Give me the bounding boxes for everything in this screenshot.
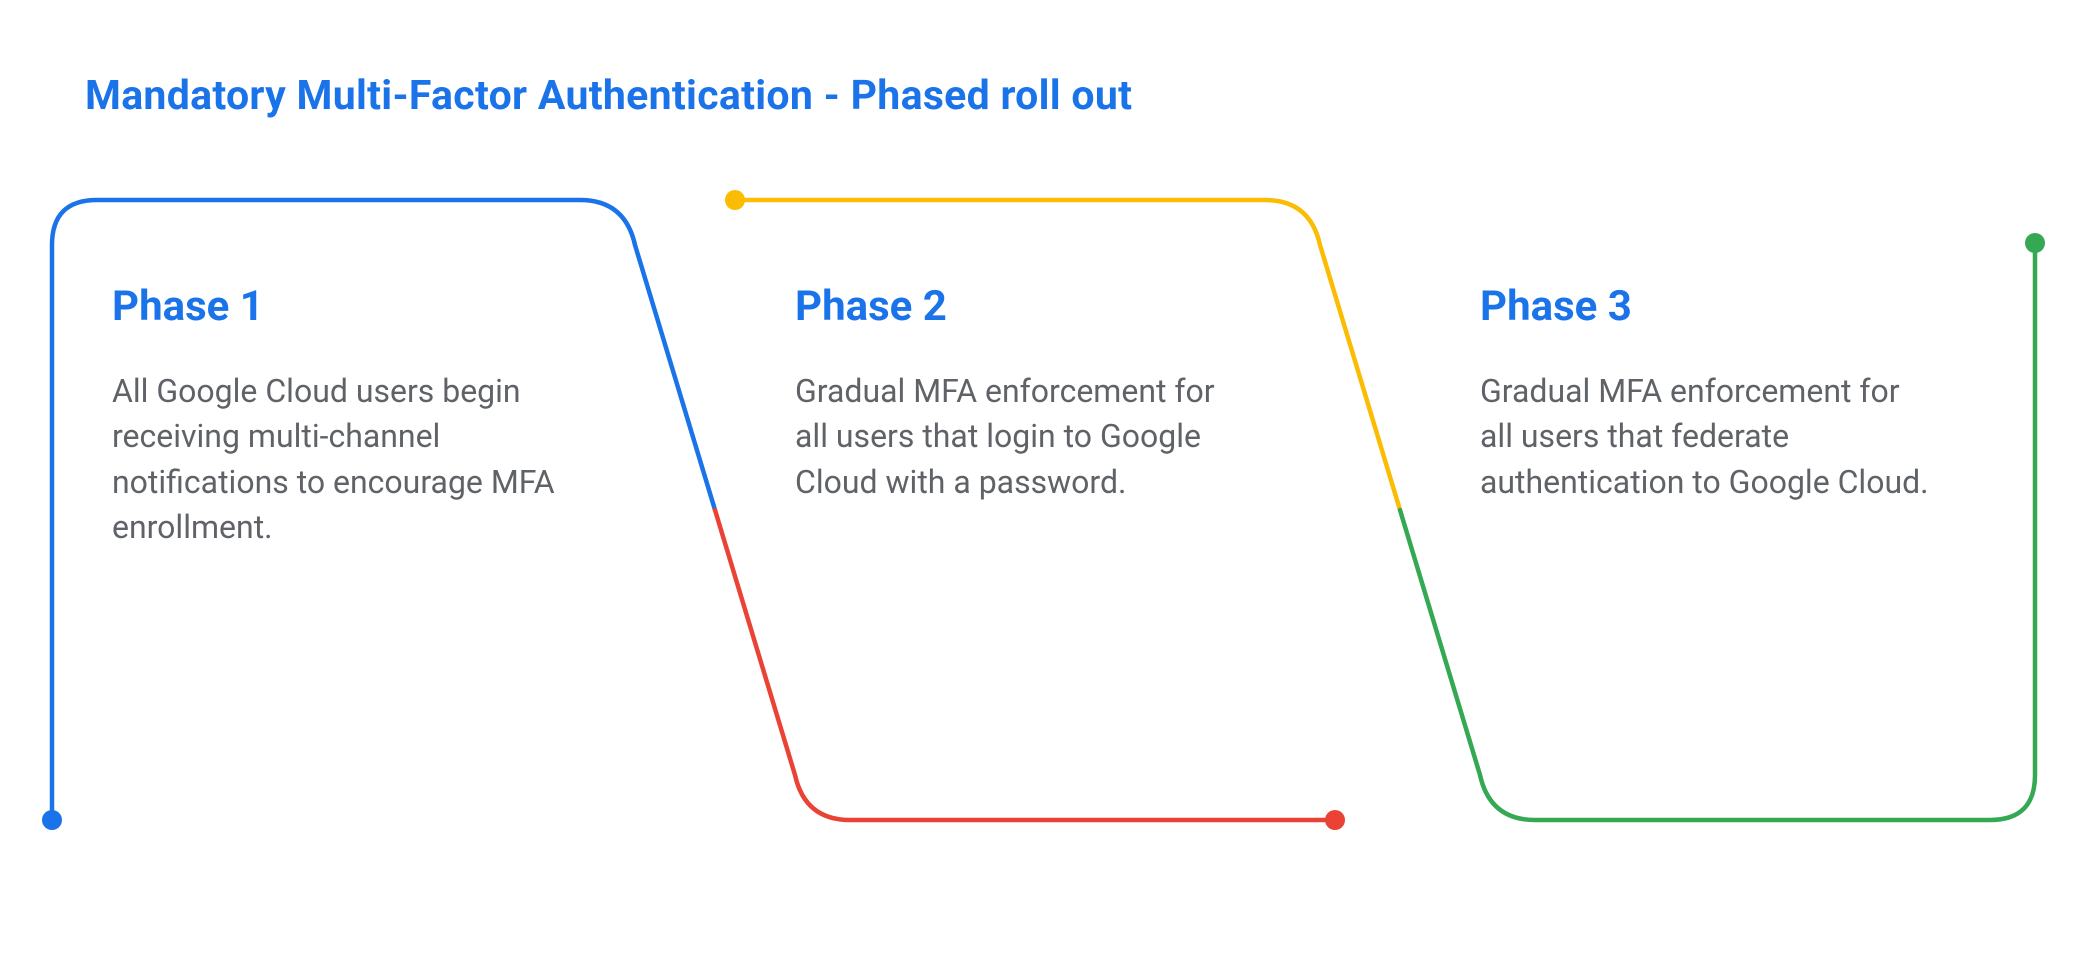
phase-2-title: Phase 2	[795, 282, 1255, 331]
phase-1-body: All Google Cloud users begin receiving m…	[112, 369, 572, 551]
phase-2-body: Gradual MFA enforcement for all users th…	[795, 369, 1255, 505]
phase-3-body: Gradual MFA enforcement for all users th…	[1480, 369, 1940, 505]
phase-3-block: Phase 3 Gradual MFA enforcement for all …	[1480, 282, 1940, 505]
page-title: Mandatory Multi-Factor Authentication - …	[85, 72, 1132, 120]
phase-3-title: Phase 3	[1480, 282, 1940, 331]
phase-1-title: Phase 1	[112, 282, 572, 331]
diagram-root: Mandatory Multi-Factor Authentication - …	[0, 0, 2100, 964]
phase-1-frame-bottom	[715, 510, 1345, 830]
phase-2-block: Phase 2 Gradual MFA enforcement for all …	[795, 282, 1255, 505]
phase-1-block: Phase 1 All Google Cloud users begin rec…	[112, 282, 572, 551]
